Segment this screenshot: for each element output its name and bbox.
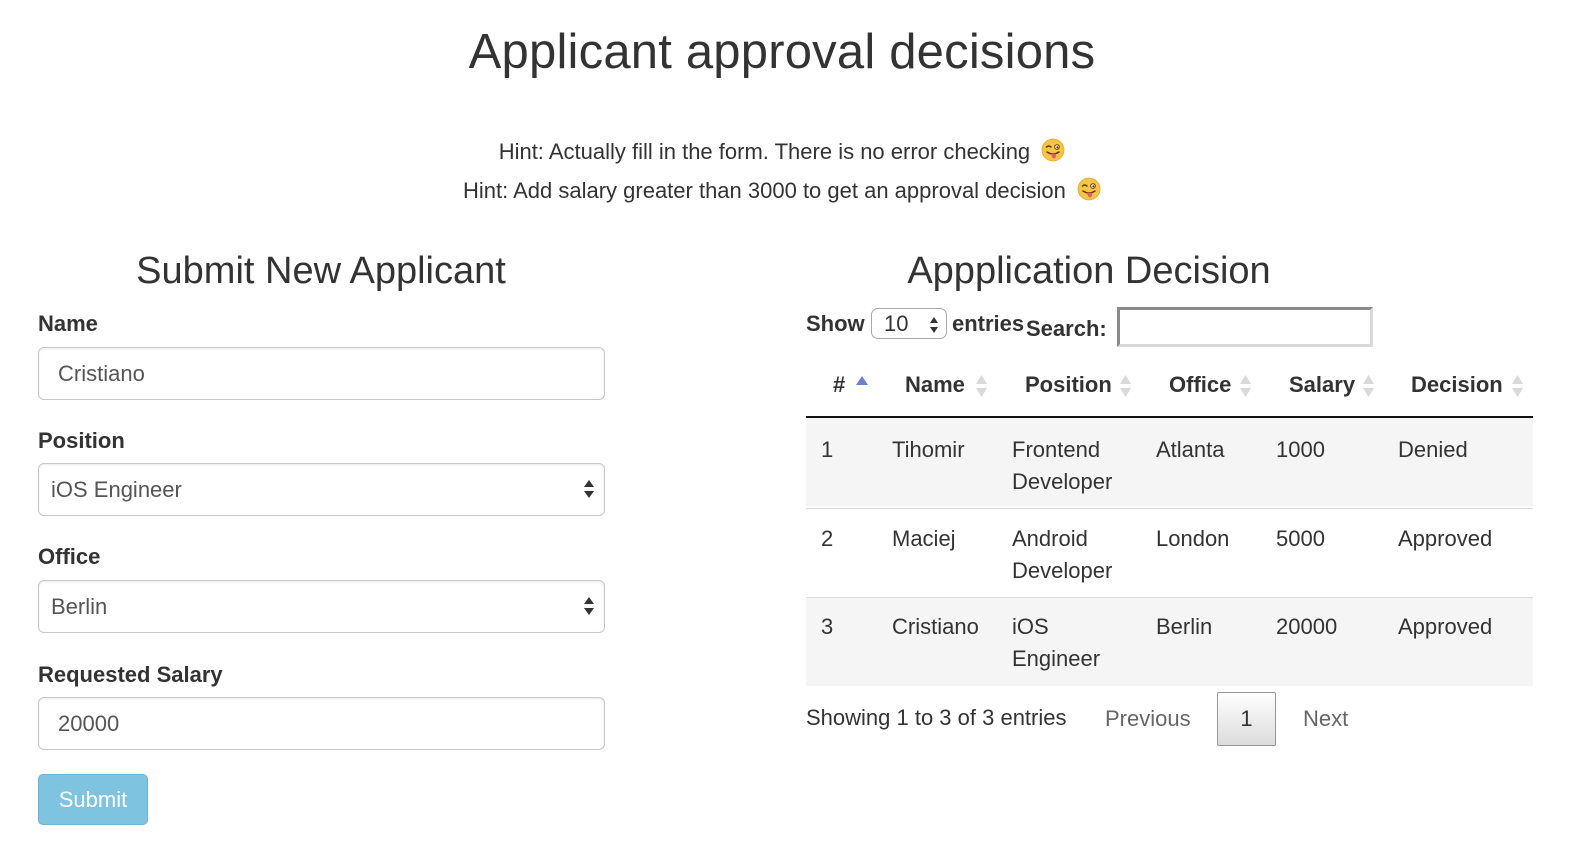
cell-position-line2: Developer (1012, 558, 1113, 583)
cell-id: 2 (821, 526, 834, 551)
column-header-id[interactable]: # (833, 372, 845, 398)
cell-office: Berlin (1156, 614, 1213, 639)
hint-label: Hint: Add salary greater than 3000 to ge… (462, 178, 1066, 203)
position-select[interactable]: iOS Engineer (38, 463, 605, 516)
select-arrows-icon (584, 480, 594, 498)
office-select[interactable]: Berlin (38, 580, 605, 633)
cell-id: 1 (821, 437, 834, 462)
cell-position-line2: Engineer (1012, 646, 1101, 671)
sort-both-icon[interactable] (1239, 373, 1252, 399)
search-input[interactable] (1117, 307, 1373, 347)
name-input[interactable]: Cristiano (38, 347, 605, 400)
entries-label: entries (952, 311, 1025, 336)
select-arrows-icon (930, 317, 938, 333)
cell-salary: 5000 (1276, 526, 1325, 551)
salary-input-value: 20000 (58, 710, 120, 736)
cell-position-line2: Developer (1012, 469, 1113, 494)
column-header-decision[interactable]: Decision (1411, 372, 1503, 398)
salary-label: Requested Salary (38, 662, 223, 687)
hint-text-1: Hint: Actually fill in the form. There i… (0, 138, 1564, 165)
entries-length-value: 10 (884, 310, 909, 336)
entries-length-select[interactable]: 10 (871, 308, 947, 339)
submit-button[interactable]: Submit (38, 774, 148, 825)
search-label: Search: (1026, 316, 1107, 341)
hint-label: Hint: Actually fill in the form. There i… (498, 139, 1031, 164)
cell-salary: 20000 (1276, 614, 1338, 639)
position-select-value: iOS Engineer (51, 476, 182, 502)
office-label: Office (38, 544, 101, 569)
form-title: Submit New Applicant (136, 250, 506, 292)
sort-both-icon[interactable] (1362, 373, 1375, 399)
office-select-value: Berlin (51, 593, 108, 619)
winking-tongue-emoji-icon (1077, 177, 1101, 201)
cell-position-line1: Android (1012, 526, 1088, 551)
name-input-value: Cristiano (58, 360, 145, 386)
cell-name: Cristiano (892, 614, 979, 639)
cell-decision: Denied (1398, 437, 1468, 462)
column-header-name[interactable]: Name (905, 372, 965, 398)
column-header-position[interactable]: Position (1025, 372, 1112, 398)
pagination-next[interactable]: Next (1303, 706, 1348, 732)
winking-tongue-emoji-icon (1041, 138, 1065, 162)
cell-position-line1: iOS (1012, 614, 1049, 639)
sort-both-icon[interactable] (975, 373, 988, 399)
pagination-previous[interactable]: Previous (1105, 706, 1191, 732)
name-label: Name (38, 311, 98, 336)
cell-name: Tihomir (892, 437, 965, 462)
select-arrows-icon (584, 597, 594, 615)
cell-name: Maciej (892, 526, 956, 551)
decision-title: Appplication Decision (907, 250, 1271, 292)
sort-both-icon[interactable] (1119, 373, 1132, 399)
cell-office: Atlanta (1156, 437, 1225, 462)
hint-text-2: Hint: Add salary greater than 3000 to ge… (0, 177, 1564, 204)
show-label: Show (806, 311, 865, 336)
table-info: Showing 1 to 3 of 3 entries (806, 705, 1067, 730)
sort-both-icon[interactable] (1511, 373, 1524, 399)
salary-input[interactable]: 20000 (38, 697, 605, 750)
sort-asc-icon[interactable] (855, 374, 869, 386)
cell-office: London (1156, 526, 1230, 551)
cell-position-line1: Frontend (1012, 437, 1101, 462)
column-header-salary[interactable]: Salary (1289, 372, 1355, 398)
cell-decision: Approved (1398, 614, 1493, 639)
column-header-office[interactable]: Office (1169, 372, 1231, 398)
cell-decision: Approved (1398, 526, 1493, 551)
pagination-page-1[interactable]: 1 (1217, 692, 1276, 746)
position-label: Position (38, 428, 125, 453)
cell-id: 3 (821, 614, 834, 639)
page-title: Applicant approval decisions (468, 25, 1096, 79)
cell-salary: 1000 (1276, 437, 1325, 462)
